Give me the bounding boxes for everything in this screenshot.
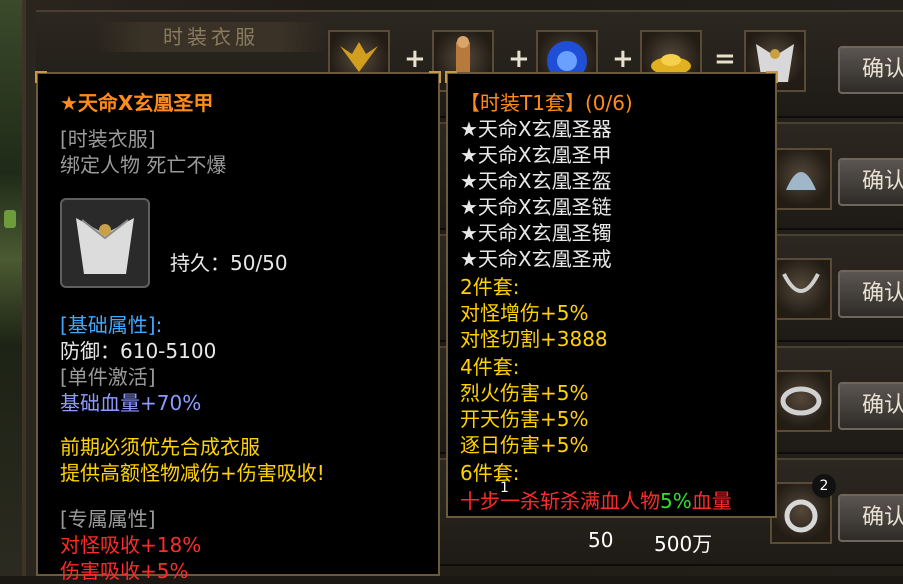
confirm-button[interactable]: 确认 [838, 382, 903, 430]
exclusive-stat: 伤害吸收+5% [60, 559, 189, 583]
set-piece: ★天命X玄凰圣戒 [460, 247, 612, 271]
item-tooltip: ★天命X玄凰圣甲 [时装衣服] 绑定人物 死亡不爆 持久：50/50 [基础属性… [35, 71, 441, 583]
set-tier-header: 2件套: [460, 275, 520, 299]
set-tooltip: 【时装T1套】(0/6) ★天命X玄凰圣器 ★天命X玄凰圣甲 ★天命X玄凰圣盔 … [445, 71, 778, 518]
set-title: 【时装T1套】(0/6) [460, 91, 633, 115]
exclusive-header: [专属属性] [60, 507, 156, 531]
confirm-button[interactable]: 确认 [838, 46, 903, 94]
set-tier-header: 4件套: [460, 355, 520, 379]
plus-sign: + [612, 44, 634, 74]
necklace-icon [782, 273, 820, 293]
item-name: ★天命X玄凰圣甲 [60, 91, 214, 115]
hp-bonus: 基础血量+70% [60, 390, 201, 416]
item-binding: 绑定人物 死亡不爆 [60, 153, 227, 177]
result-slot[interactable] [770, 370, 832, 432]
set6-bonus-prefix: 十步一杀斩杀满血人物 [460, 489, 660, 513]
single-activate-header: [单件激活] [60, 365, 156, 389]
row-title: 时装衣服 [96, 22, 326, 52]
defense-stat: 防御：610-5100 [60, 339, 217, 363]
equals-sign: = [714, 44, 736, 74]
frame-corner [35, 71, 47, 83]
set-piece: ★天命X玄凰圣甲 [460, 143, 612, 167]
stack-count-badge: 2 [812, 474, 836, 498]
confirm-button[interactable]: 确认 [838, 158, 903, 206]
set-piece: ★天命X玄凰圣盔 [460, 169, 612, 193]
note-line: 前期必须优先合成衣服 [60, 435, 260, 459]
stack-count: 1 [500, 480, 509, 496]
result-slot[interactable] [770, 148, 832, 210]
hp-bonus-value: +70% [140, 391, 202, 415]
gold-cost: 500万 [654, 532, 713, 556]
set-piece: ★天命X玄凰圣镯 [460, 221, 612, 245]
base-attr-header: [基础属性]: [60, 313, 163, 337]
set-piece: ★天命X玄凰圣链 [460, 195, 612, 219]
frame-corner [445, 71, 457, 83]
set6-bonus-suffix: 血量 [691, 489, 732, 513]
hp-bonus-label: 基础血量 [60, 391, 140, 415]
plus-sign: + [508, 44, 530, 74]
note-line: 提供高额怪物减伤+伤害吸收! [60, 461, 325, 485]
set-bonus: 开天伤害+5% [460, 407, 589, 431]
left-side-strip [0, 0, 22, 576]
confirm-button[interactable]: 确认 [838, 270, 903, 318]
result-slot[interactable] [770, 258, 832, 320]
plus-sign: + [404, 44, 426, 74]
bracelet-icon [780, 386, 822, 416]
set-bonus: 对怪切割+3888 [460, 327, 608, 351]
exclusive-stat: 对怪吸收+18% [60, 533, 202, 557]
set-piece: ★天命X玄凰圣器 [460, 117, 612, 141]
item-category: [时装衣服] [60, 127, 156, 151]
helmet-icon [786, 172, 816, 190]
confirm-button[interactable]: 确认 [838, 494, 903, 542]
armor-icon [76, 218, 134, 274]
set-bonus: 对怪增伤+5% [460, 301, 589, 325]
durability: 持久：50/50 [170, 251, 288, 275]
green-marker-icon [4, 210, 16, 228]
set-bonus: 逐日伤害+5% [460, 433, 589, 457]
frame-corner [429, 71, 441, 83]
set6-bonus-pct: 5% [660, 489, 692, 513]
set-bonus: 烈火伤害+5% [460, 381, 589, 405]
frame-corner [766, 71, 778, 83]
item-icon-frame [60, 198, 150, 288]
material-count: 50 [588, 528, 614, 552]
set-tier-header: 6件套: [460, 461, 520, 485]
